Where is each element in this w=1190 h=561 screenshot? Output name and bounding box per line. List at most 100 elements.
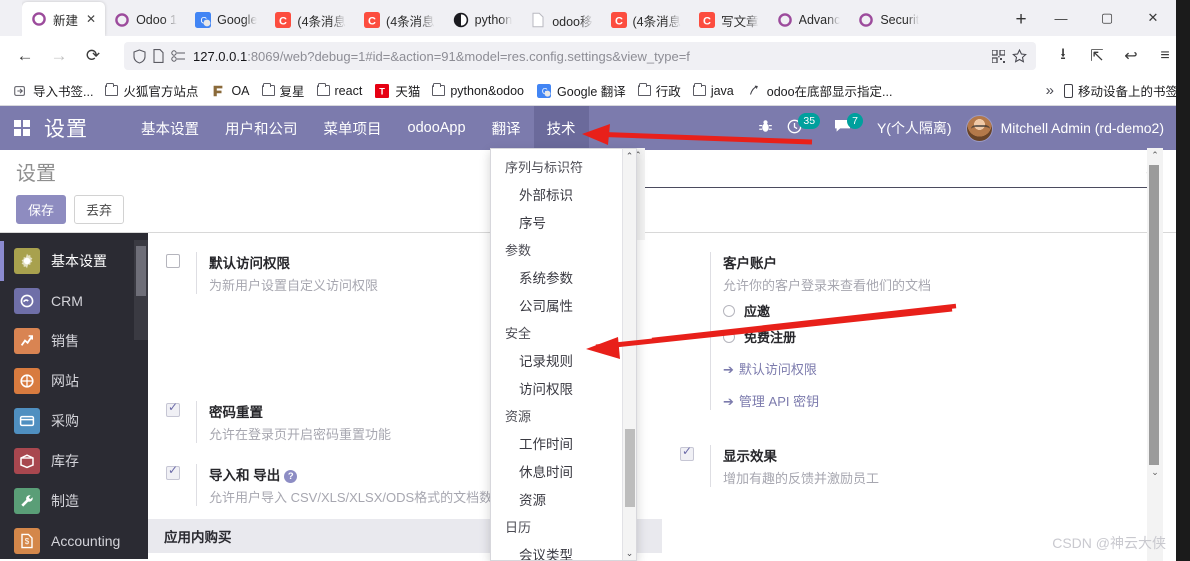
radio-icon[interactable]	[723, 304, 735, 317]
window-minimize-button[interactable]: —	[1038, 2, 1084, 34]
bookmark-item[interactable]: 行政	[632, 78, 687, 103]
setting-link[interactable]: ➔ 管理 API 密钥	[723, 391, 1160, 410]
sidebar-item-3[interactable]: 网站	[0, 361, 148, 401]
dropdown-menu-item[interactable]: 记录规则	[491, 346, 622, 374]
sidebar-item-0[interactable]: 基本设置	[0, 241, 148, 281]
close-icon[interactable]: ✕	[86, 12, 96, 26]
activities-indicator[interactable]: 35	[787, 112, 821, 138]
bookmark-star-icon[interactable]	[1012, 49, 1027, 63]
help-icon[interactable]: ?	[284, 470, 298, 483]
bookmark-item[interactable]: python&odoo	[426, 81, 530, 101]
bookmark-item[interactable]: odoo在底部显示指定...	[740, 78, 899, 103]
sidebar-item-7[interactable]: $ Accounting	[0, 521, 148, 561]
save-button[interactable]: 保存	[16, 195, 67, 224]
bookmark-item[interactable]: G Google 翻译	[530, 78, 632, 103]
dropdown-menu-item[interactable]: 工作时间	[491, 429, 622, 457]
bookmark-item[interactable]: react	[311, 81, 369, 101]
forward-button[interactable]: →	[42, 39, 76, 73]
setting-radio-option[interactable]: 应邀	[723, 301, 1160, 320]
dropdown-menu-item[interactable]: 序号	[491, 208, 622, 236]
bookmark-item[interactable]: T 天猫	[368, 78, 426, 103]
dropdown-menu-item[interactable]: 外部标识	[491, 180, 622, 208]
qr-icon[interactable]	[992, 49, 1005, 63]
page-info-icon[interactable]	[153, 49, 164, 63]
dropdown-menu-item[interactable]: 公司属性	[491, 291, 622, 319]
setting-link[interactable]: ➔ 默认访问权限	[723, 359, 1160, 378]
bug-icon[interactable]	[758, 119, 773, 138]
bookmark-item[interactable]: OA	[204, 81, 255, 101]
search-input[interactable]	[635, 168, 1146, 183]
bookmark-item[interactable]: 导入书签...	[6, 78, 99, 103]
back-button[interactable]: ←	[8, 39, 42, 73]
browser-tab[interactable]: Advanc	[768, 4, 850, 36]
dropdown-menu-item[interactable]: 系统参数	[491, 263, 622, 291]
page-scroll-down-arrow[interactable]: ⌄	[1147, 465, 1163, 480]
permissions-icon[interactable]	[171, 50, 186, 62]
new-tab-button[interactable]: +	[1004, 4, 1038, 36]
page-scroll-thumb[interactable]	[1149, 165, 1159, 465]
sidebar-item-2[interactable]: 销售	[0, 321, 148, 361]
browser-tab[interactable]: Securit	[849, 4, 928, 36]
page-scroll-up-arrow[interactable]: ⌃	[1147, 148, 1163, 163]
odoo-menu-item-3[interactable]: odooApp	[395, 106, 479, 150]
bookmarks-overflow-button[interactable]: »	[1036, 82, 1064, 99]
browser-tab[interactable]: C (4条消息	[602, 4, 691, 36]
dropdown-scroll-up-arrow[interactable]: ⌃	[623, 149, 636, 163]
setting-checkbox[interactable]	[166, 400, 180, 417]
dropdown-scroll-thumb[interactable]	[625, 429, 635, 507]
setting-checkbox[interactable]	[166, 463, 180, 480]
setting-checkbox[interactable]	[166, 254, 180, 268]
shield-icon[interactable]	[133, 48, 146, 64]
page-scrollbar[interactable]: ⌃ ⌄	[1147, 148, 1163, 561]
messages-indicator[interactable]: 7	[834, 112, 863, 137]
browser-tab[interactable]: odoo移	[521, 4, 601, 36]
bookmark-item[interactable]: 火狐官方站点	[99, 78, 204, 103]
browser-tab[interactable]: C (4条消息	[355, 4, 444, 36]
company-selector[interactable]: Y(个人隔离)	[877, 118, 952, 138]
browser-tab[interactable]: python	[444, 4, 522, 36]
dropdown-scroll-down-arrow[interactable]: ⌄	[623, 546, 636, 560]
bookmark-item[interactable]: java	[687, 81, 740, 101]
apps-grid-icon[interactable]	[14, 120, 30, 136]
window-close-button[interactable]: ✕	[1130, 2, 1176, 34]
sidebar-item-4[interactable]: 采购	[0, 401, 148, 441]
search-view[interactable]	[635, 167, 1160, 188]
discard-button[interactable]: 丢弃	[74, 195, 125, 224]
reload-button[interactable]: ⟳	[76, 39, 110, 73]
sidebar-scroll-thumb[interactable]	[136, 246, 146, 296]
dropdown-menu-item[interactable]: 会议类型	[491, 540, 622, 560]
extensions-button[interactable]: ⇱	[1080, 39, 1114, 73]
odoo-menu-item-5[interactable]: 技术	[533, 106, 589, 150]
url-bar[interactable]: 127.0.0.1:8069/web?debug=1#id=&action=91…	[124, 42, 1036, 70]
dropdown-menu-item[interactable]: 资源	[491, 485, 622, 513]
dropdown-menu-item[interactable]: 访问权限	[491, 374, 622, 402]
url-text[interactable]: 127.0.0.1:8069/web?debug=1#id=&action=91…	[193, 49, 985, 64]
odoo-menu-item-0[interactable]: 基本设置	[128, 106, 212, 150]
sidebar-item-5[interactable]: 库存	[0, 441, 148, 481]
dropdown-menu-item[interactable]: 休息时间	[491, 457, 622, 485]
odoo-menu-item-4[interactable]: 翻译	[479, 106, 534, 150]
radio-icon[interactable]	[723, 330, 735, 343]
odoo-menu-item-1[interactable]: 用户和公司	[212, 106, 311, 150]
sidebar-item-1[interactable]: CRM	[0, 281, 148, 321]
bookmark-label: 火狐官方站点	[123, 85, 199, 99]
sidebar-item-6[interactable]: 制造	[0, 481, 148, 521]
folder-icon	[692, 82, 706, 96]
browser-tab[interactable]: 新建 ✕	[22, 2, 106, 36]
downloads-button[interactable]: ⭳	[1046, 39, 1080, 73]
browser-tab[interactable]: C (4条消息	[266, 4, 355, 36]
bookmark-label: react	[334, 83, 363, 98]
setting-radio-option[interactable]: 免费注册	[723, 327, 1160, 346]
dropdown-scrollbar[interactable]: ⌃ ⌄	[622, 149, 636, 560]
history-button[interactable]: ↩	[1114, 39, 1148, 73]
browser-tab[interactable]: Odoo 1	[105, 4, 186, 36]
browser-tab[interactable]: C 写文章	[690, 4, 768, 36]
bookmark-item[interactable]: 复星	[256, 78, 311, 103]
mobile-bookmarks-folder[interactable]: 移动设备上的书签	[1063, 81, 1184, 100]
odoo-menu-item-2[interactable]: 菜单项目	[311, 106, 395, 150]
sidebar-scroll-track[interactable]	[134, 240, 148, 340]
setting-checkbox[interactable]	[680, 444, 694, 461]
user-menu[interactable]: Mitchell Admin (rd-demo2)	[965, 114, 1164, 142]
window-maximize-button[interactable]: ▢	[1084, 2, 1130, 34]
browser-tab[interactable]: G Google	[186, 4, 266, 36]
